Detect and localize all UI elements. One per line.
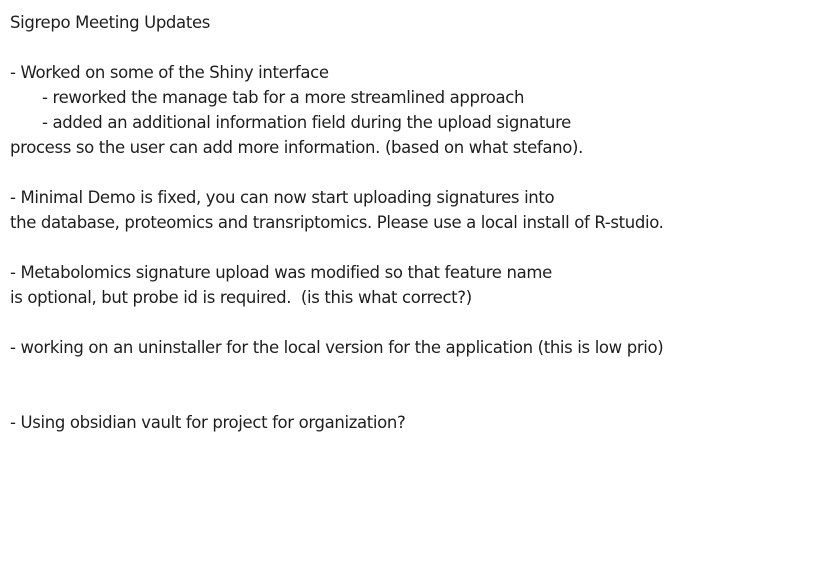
sub-bullet-manage-tab: - reworked the manage tab for a more str… (42, 88, 525, 107)
note-title: Sigrepo Meeting Updates (10, 13, 210, 32)
sub-bullet-info-field: - added an additional information field … (42, 113, 571, 132)
bullet-obsidian-vault: - Using obsidian vault for project for o… (10, 413, 406, 432)
bullet-minimal-demo-continued: the database, proteomics and transriptom… (10, 213, 664, 232)
sub-bullet-info-field-continued: process so the user can add more informa… (10, 138, 583, 157)
bullet-metabolomics-upload: - Metabolomics signature upload was modi… (10, 263, 552, 282)
bullet-metabolomics-upload-continued: is optional, but probe id is required. (… (10, 288, 472, 307)
note-canvas: Sigrepo Meeting Updates - Worked on some… (10, 10, 839, 435)
bullet-shiny-interface: - Worked on some of the Shiny interface (10, 63, 329, 82)
bullet-minimal-demo: - Minimal Demo is fixed, you can now sta… (10, 188, 555, 207)
bullet-uninstaller: - working on an uninstaller for the loca… (10, 338, 664, 357)
